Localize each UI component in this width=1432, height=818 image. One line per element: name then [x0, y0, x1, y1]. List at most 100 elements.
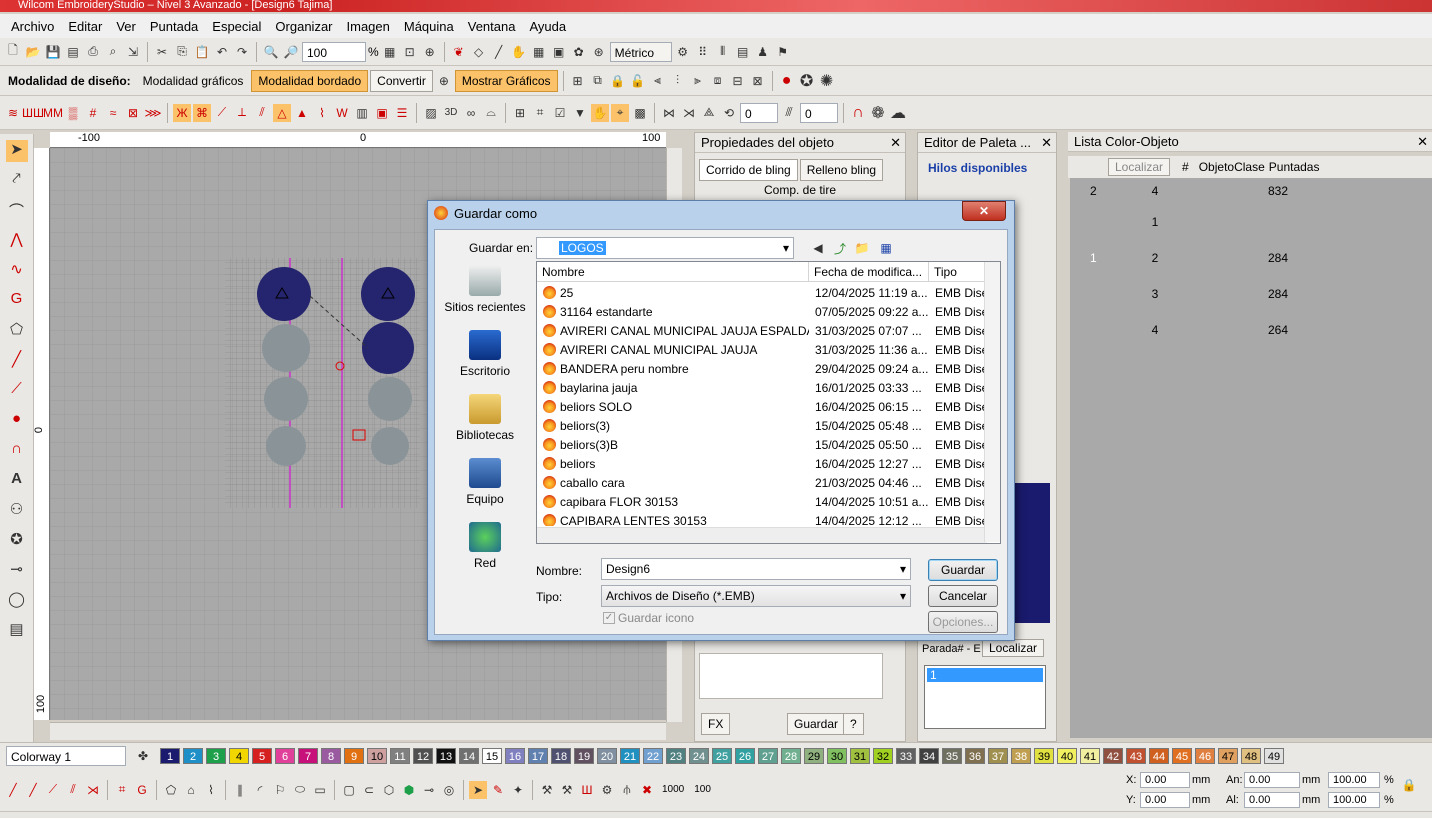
grid-dots-icon[interactable]: ⠿: [694, 43, 712, 61]
cancel-button[interactable]: Cancelar: [928, 585, 998, 607]
scale-width-input[interactable]: 100.00: [1328, 772, 1380, 788]
globe-icon[interactable]: ⊛: [590, 43, 608, 61]
color-swatch[interactable]: 20: [597, 747, 617, 764]
rectangle-icon[interactable]: ▭: [311, 781, 329, 799]
align-right-icon[interactable]: ⫸: [689, 72, 707, 90]
outline-icon[interactable]: Ж: [173, 103, 191, 122]
user-icon[interactable]: ♟: [754, 43, 772, 61]
design-circle[interactable]: [368, 377, 412, 421]
color-swatch[interactable]: 34: [919, 747, 939, 764]
design-circle[interactable]: [371, 427, 409, 465]
color-swatch[interactable]: 14: [459, 747, 479, 764]
color-swatch[interactable]: 24: [689, 747, 709, 764]
line-icon[interactable]: ▥: [353, 104, 371, 122]
slash-icon[interactable]: ⫽: [64, 781, 82, 799]
color-object-list[interactable]: 2 4 832 1 1 2 284 3 284 4 264: [1070, 178, 1432, 738]
zag-icon[interactable]: ⋊: [84, 781, 102, 799]
color-swatch[interactable]: 45: [1172, 747, 1192, 764]
scale-height-input[interactable]: 100.00: [1328, 792, 1380, 808]
polygon-icon[interactable]: ⬠: [6, 320, 28, 342]
close-icon[interactable]: ✕: [890, 135, 901, 151]
text-tool-icon[interactable]: A: [6, 470, 28, 492]
list-item[interactable]: 3 284: [1070, 276, 1432, 312]
menu-ayuda[interactable]: Ayuda: [522, 19, 573, 34]
hash-icon[interactable]: #: [84, 104, 102, 122]
close-icon[interactable]: ✕: [962, 201, 1006, 221]
place-network[interactable]: Red: [441, 522, 529, 570]
menu-ver[interactable]: Ver: [109, 19, 143, 34]
hex-icon[interactable]: ⬡: [380, 781, 398, 799]
triangle2-icon[interactable]: ▲: [293, 104, 311, 122]
tool-e-icon[interactable]: ⫛: [618, 781, 636, 799]
back-icon[interactable]: ◀: [809, 239, 827, 257]
color-swatch[interactable]: 22: [643, 747, 663, 764]
ruler-tool-icon[interactable]: ⊸: [6, 560, 28, 582]
pointer-star-icon[interactable]: ✦: [509, 781, 527, 799]
path-tool-icon[interactable]: ⟋: [6, 380, 28, 402]
arc-tool-icon[interactable]: ∩: [6, 440, 28, 462]
color-swatch[interactable]: 23: [666, 747, 686, 764]
design-circle[interactable]: [257, 267, 311, 321]
tab-bling-run[interactable]: Corrido de bling: [699, 159, 798, 181]
color-swatch[interactable]: 48: [1241, 747, 1261, 764]
embroidery-mode-button[interactable]: Modalidad bordado: [251, 69, 369, 92]
design-circle[interactable]: [264, 377, 308, 421]
export-icon[interactable]: ⇲: [124, 43, 142, 61]
print-preview-icon[interactable]: ⌕: [104, 43, 122, 61]
color-swatch[interactable]: 36: [965, 747, 985, 764]
props-save-button[interactable]: Guardar: [787, 713, 846, 735]
file-row[interactable]: 25 12/04/2025 11:19 a... EMB Diseñ: [537, 284, 1000, 303]
paste-icon[interactable]: 📋: [193, 43, 211, 61]
parallel-icon[interactable]: ∥: [231, 781, 249, 799]
ellipse2-icon[interactable]: ⬭: [291, 781, 309, 799]
motif-icon[interactable]: ⟋: [213, 104, 231, 122]
color-swatch[interactable]: 42: [1103, 747, 1123, 764]
tool-c-icon[interactable]: Ш: [578, 781, 596, 799]
y-coord-input[interactable]: 0.00: [1140, 792, 1190, 808]
node-icon[interactable]: ⌖: [611, 103, 629, 122]
zoom-in-icon[interactable]: 🔍: [262, 43, 280, 61]
locate-button[interactable]: Localizar: [982, 639, 1045, 657]
color-swatch[interactable]: 35: [942, 747, 962, 764]
file-row[interactable]: baylarina jauja 16/01/2025 03:33 ... EMB D…: [537, 379, 1000, 398]
reshape-icon[interactable]: ⤤: [6, 170, 28, 192]
table-icon[interactable]: ▦: [530, 43, 548, 61]
running-stitch-icon[interactable]: ∿: [6, 260, 28, 282]
needle-icon[interactable]: ╱: [490, 43, 508, 61]
satin-icon[interactable]: ≋: [4, 104, 22, 122]
funnel-icon[interactable]: ▼: [571, 104, 589, 122]
ellipse-tool-icon[interactable]: ◯: [6, 590, 28, 612]
color-swatch[interactable]: 18: [551, 747, 571, 764]
3d-icon[interactable]: 3D: [442, 104, 460, 122]
color-swatch[interactable]: 3: [206, 747, 226, 764]
swirl-icon[interactable]: ❁: [869, 104, 887, 122]
color-swatch[interactable]: 31: [850, 747, 870, 764]
oval-icon[interactable]: ◎: [440, 781, 458, 799]
new-file-icon[interactable]: 🗋: [4, 43, 22, 61]
pattern-set-icon[interactable]: ▩: [631, 104, 649, 122]
color-swatch[interactable]: 6: [275, 747, 295, 764]
select-arrow-icon[interactable]: ➤: [469, 780, 487, 799]
color-swatch[interactable]: 29: [804, 747, 824, 764]
monogram-tool-icon[interactable]: ✪: [6, 530, 28, 552]
color-swatch[interactable]: 10: [367, 747, 387, 764]
settings-icon[interactable]: ⚙: [674, 43, 692, 61]
color-swatch[interactable]: 15: [482, 747, 502, 764]
menu-imagen[interactable]: Imagen: [340, 19, 397, 34]
badge-icon[interactable]: ✺: [818, 72, 836, 90]
color-swatch[interactable]: 49: [1264, 747, 1284, 764]
col-date[interactable]: Fecha de modifica...: [809, 262, 929, 282]
g-tool-icon[interactable]: G: [6, 290, 28, 312]
skew-icon[interactable]: ⟁: [700, 104, 718, 122]
arch-icon[interactable]: ∩: [849, 104, 867, 122]
color-swatch[interactable]: 47: [1218, 747, 1238, 764]
units-select[interactable]: Métrico: [609, 41, 672, 62]
wand-icon[interactable]: ⌗: [531, 104, 549, 122]
zoom-fit-icon[interactable]: ⊕: [421, 43, 439, 61]
reshape2-red-icon[interactable]: ╱: [24, 781, 42, 799]
arc2-icon[interactable]: ◜: [251, 781, 269, 799]
zoom-box-icon[interactable]: ⊡: [401, 43, 419, 61]
color-swatch[interactable]: 30: [827, 747, 847, 764]
menu-especial[interactable]: Especial: [205, 19, 268, 34]
menu-puntada[interactable]: Puntada: [143, 19, 205, 34]
